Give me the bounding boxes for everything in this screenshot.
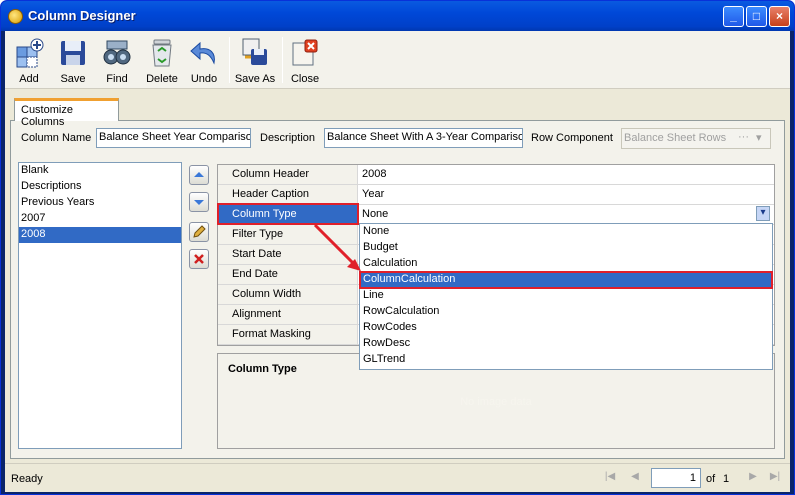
dropdown-option[interactable]: None xyxy=(360,224,772,240)
window-title: Column Designer xyxy=(28,8,136,23)
remove-button[interactable] xyxy=(189,249,209,269)
find-button[interactable]: Find xyxy=(97,35,137,87)
total-pages: 1 xyxy=(723,473,730,485)
dropdown-option[interactable]: RowCalculation xyxy=(360,304,772,320)
add-icon xyxy=(16,38,44,68)
column-name-label: Column Name xyxy=(21,132,92,144)
dropdown-option[interactable]: RowDesc xyxy=(360,336,772,352)
chevron-down-icon[interactable]: ▾ xyxy=(756,206,770,221)
row-component-value: Balance Sheet Rows xyxy=(624,132,727,144)
property-value[interactable]: 2008 xyxy=(359,165,773,184)
row-component-label: Row Component xyxy=(531,132,613,144)
dropdown-option[interactable]: Budget xyxy=(360,240,772,256)
dropdown-option[interactable]: GLTrend xyxy=(360,352,772,368)
property-key: Alignment xyxy=(218,305,358,324)
add-label: Add xyxy=(19,73,39,85)
edit-button[interactable] xyxy=(189,222,209,242)
save-button[interactable]: Save xyxy=(53,35,93,87)
list-item[interactable]: Previous Years xyxy=(19,195,181,211)
of-label: of xyxy=(706,473,716,485)
status-bar: Ready |◀ ◀ 1 of 1 ▶ ▶| xyxy=(5,463,790,492)
no-image-text: No image data xyxy=(460,396,532,408)
column-name-input[interactable]: Balance Sheet Year Comparison xyxy=(96,128,251,148)
binoculars-icon xyxy=(103,40,131,65)
delete-button[interactable]: Delete xyxy=(142,35,182,87)
move-up-button[interactable] xyxy=(189,165,209,185)
save-as-icon xyxy=(242,38,267,65)
toolbar: Add Save Find Delete Undo Save As Close xyxy=(5,31,790,89)
last-page-icon[interactable]: ▶| xyxy=(767,471,783,487)
status-text: Ready xyxy=(11,473,43,485)
arrow-up-icon xyxy=(194,172,204,177)
delete-label: Delete xyxy=(146,73,178,85)
minimize-button[interactable]: _ xyxy=(723,6,744,27)
property-value[interactable]: Year xyxy=(359,185,773,204)
list-item[interactable]: 2007 xyxy=(19,211,181,227)
column-type-select[interactable]: None ▾ xyxy=(359,205,773,224)
client-area: Add Save Find Delete Undo Save As Close … xyxy=(5,31,790,492)
description-title: Column Type xyxy=(228,363,297,375)
description-input[interactable]: Balance Sheet With A 3-Year Comparison xyxy=(324,128,523,148)
column-type-dropdown[interactable]: None Budget Calculation ColumnCalculatio… xyxy=(359,223,773,370)
recycle-bin-icon xyxy=(152,39,172,67)
maximize-button[interactable]: □ xyxy=(746,6,767,27)
find-label: Find xyxy=(106,73,128,85)
save-label: Save xyxy=(60,73,86,85)
dropdown-option-highlighted[interactable]: ColumnCalculation xyxy=(359,271,773,289)
dropdown-option[interactable]: RowCodes xyxy=(360,320,772,336)
property-key: Format Masking xyxy=(218,325,358,344)
annotation-arrow xyxy=(313,223,361,271)
move-down-button[interactable] xyxy=(189,192,209,212)
close-label: Close xyxy=(290,73,320,85)
toolbar-separator xyxy=(282,37,283,83)
list-item-selected[interactable]: 2008 xyxy=(19,227,181,243)
dropdown-option[interactable]: Calculation xyxy=(360,256,772,272)
columns-list[interactable]: Blank Descriptions Previous Years 2007 2… xyxy=(18,162,182,449)
property-key: Header Caption xyxy=(218,185,358,204)
delete-x-icon xyxy=(194,254,204,264)
close-form-icon xyxy=(292,39,318,66)
dropdown-option[interactable]: Line xyxy=(360,288,772,304)
close-button[interactable]: Close xyxy=(287,35,323,87)
undo-button[interactable]: Undo xyxy=(186,35,222,87)
list-item[interactable]: Descriptions xyxy=(19,179,181,195)
title-bar[interactable]: Column Designer _ □ × xyxy=(1,1,794,31)
arrow-down-icon xyxy=(194,200,204,205)
chevron-down-icon[interactable]: ▾ xyxy=(756,131,762,144)
property-row[interactable]: Header Caption Year xyxy=(218,185,774,205)
prev-page-icon[interactable]: ◀ xyxy=(627,471,643,487)
row-component-select[interactable]: Balance Sheet Rows ··· ▾ xyxy=(621,128,771,149)
toolbar-separator xyxy=(229,37,230,83)
description-label: Description xyxy=(260,132,316,144)
undo-label: Undo xyxy=(190,73,218,85)
column-designer-window: Column Designer _ □ × Add Save Find Dele… xyxy=(0,0,795,495)
add-button[interactable]: Add xyxy=(11,35,47,87)
first-page-icon[interactable]: |◀ xyxy=(602,471,618,487)
property-row[interactable]: Column Header 2008 xyxy=(218,165,774,185)
list-item[interactable]: Blank xyxy=(19,163,181,179)
app-icon xyxy=(8,9,23,24)
pencil-icon xyxy=(193,225,206,238)
save-as-button[interactable]: Save As xyxy=(234,35,276,87)
tab-customize-columns[interactable]: Customize Columns xyxy=(14,98,119,128)
property-key: Column Header xyxy=(218,165,358,184)
save-icon xyxy=(61,41,85,65)
ellipsis-icon[interactable]: ··· xyxy=(738,131,749,143)
property-key: Column Width xyxy=(218,285,358,304)
save-as-label: Save As xyxy=(234,73,276,85)
undo-icon xyxy=(190,41,215,65)
page-number-input[interactable]: 1 xyxy=(651,468,701,488)
close-window-button[interactable]: × xyxy=(769,6,790,27)
next-page-icon[interactable]: ▶ xyxy=(745,471,761,487)
